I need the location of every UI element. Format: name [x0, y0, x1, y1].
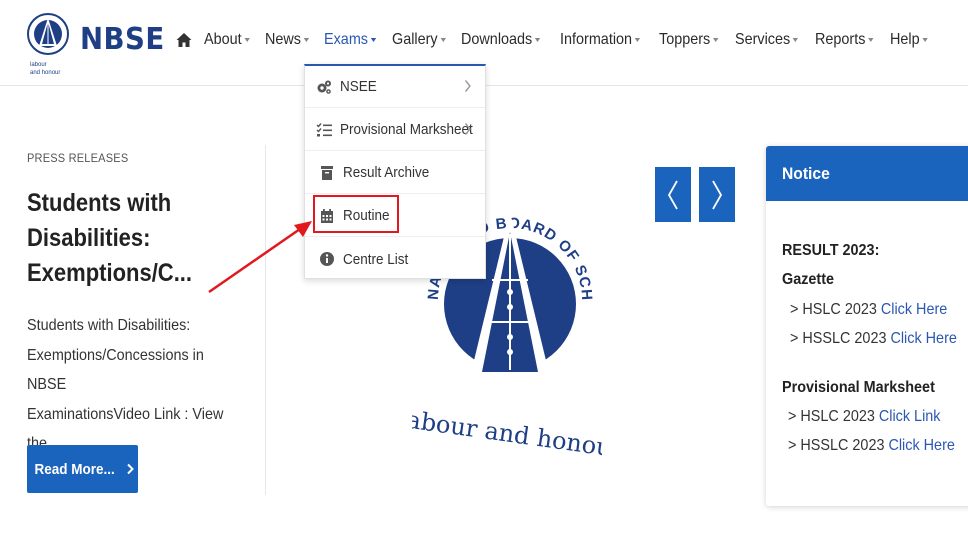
title-line: Students with	[27, 189, 172, 217]
nav-label: Information	[559, 31, 632, 48]
nav-services[interactable]: Services	[735, 31, 798, 49]
main-nav: About News Exams Gallery Downloads Infor…	[176, 28, 942, 52]
title-line: Exemptions/C...	[27, 259, 193, 287]
exams-dropdown-menu: NSEE Provisional Marksheet Result Archiv…	[304, 64, 486, 279]
chevron-right-icon	[712, 180, 723, 209]
chevron-right-icon	[464, 123, 471, 135]
emblem-motto: labour and honour	[412, 404, 602, 463]
menu-item-nsee[interactable]: NSEE	[305, 66, 485, 108]
menu-item-label: NSEE	[340, 78, 377, 95]
nav-label: News	[264, 31, 301, 48]
nav-about[interactable]: About	[204, 31, 250, 49]
nav-exams[interactable]: Exams	[324, 31, 376, 49]
result-heading: RESULT 2023:	[782, 242, 880, 259]
slider-prev-button[interactable]	[655, 167, 691, 222]
summary-line: Exemptions/Concessions in NBSE	[27, 346, 204, 394]
press-release-title[interactable]: Students with Disabilities: Exemptions/C…	[27, 186, 229, 291]
menu-item-label: Provisional Marksheet	[340, 121, 473, 138]
checklist-icon	[316, 122, 332, 136]
nav-information[interactable]: Information	[560, 31, 640, 49]
menu-item-provisional-marksheet[interactable]: Provisional Marksheet	[305, 109, 485, 151]
menu-item-label: Result Archive	[343, 164, 430, 181]
archive-icon	[321, 165, 333, 180]
nav-label: Toppers	[658, 31, 710, 48]
chevron-right-icon	[127, 463, 135, 475]
read-more-label: Read More...	[34, 460, 115, 478]
caret-down-icon	[792, 38, 798, 42]
menu-item-result-archive[interactable]: Result Archive	[305, 152, 485, 194]
caret-down-icon	[244, 38, 250, 42]
item-prefix: > HSLC 2023	[788, 408, 879, 425]
nav-label: Services	[734, 31, 790, 48]
caret-down-icon	[868, 38, 874, 42]
nav-label: Gallery	[391, 31, 438, 48]
column-divider	[265, 145, 266, 495]
notice-panel: Notice RESULT 2023: Gazette > HSLC 2023 …	[766, 146, 968, 506]
notice-title: Notice	[782, 164, 830, 183]
caret-down-icon	[535, 38, 541, 42]
nbse-logo[interactable]: labour and honour	[26, 4, 70, 78]
click-link[interactable]: Click Link	[879, 408, 941, 425]
info-icon	[320, 252, 334, 266]
marksheet-item: > HSLC 2023 Click Link	[788, 408, 940, 426]
brand-name[interactable]: NBSE	[80, 22, 165, 57]
nav-reports[interactable]: Reports	[815, 31, 874, 49]
marksheet-item: > HSSLC 2023 Click Here	[788, 437, 955, 455]
item-prefix: > HSSLC 2023	[788, 437, 889, 454]
nav-help[interactable]: Help	[890, 31, 928, 49]
nav-label: About	[204, 31, 242, 48]
caret-down-icon	[370, 38, 376, 42]
caret-down-icon	[712, 38, 718, 42]
svg-text:and honour: and honour	[30, 70, 60, 76]
routine-highlight-box	[313, 195, 399, 233]
summary-line: Students with Disabilities:	[27, 317, 191, 334]
notice-header: Notice	[766, 146, 968, 201]
nav-downloads[interactable]: Downloads	[461, 31, 541, 49]
click-here-link[interactable]: Click Here	[881, 301, 947, 318]
nav-gallery[interactable]: Gallery	[392, 31, 446, 49]
chevron-right-icon	[464, 80, 471, 92]
menu-item-centre-list[interactable]: Centre List	[305, 238, 485, 280]
home-icon[interactable]	[176, 32, 192, 48]
svg-text:labour: labour	[30, 62, 47, 68]
marksheet-heading: Provisional Marksheet	[782, 379, 935, 396]
gazette-item: > HSLC 2023 Click Here	[790, 301, 947, 319]
gears-icon	[317, 80, 331, 94]
click-here-link[interactable]: Click Here	[890, 330, 956, 347]
nav-label: Help	[889, 31, 920, 48]
nav-label: Downloads	[461, 31, 533, 48]
press-releases-kicker: PRESS RELEASES	[27, 151, 129, 165]
caret-down-icon	[634, 38, 640, 42]
nav-toppers[interactable]: Toppers	[659, 31, 718, 49]
item-prefix: > HSSLC 2023	[790, 330, 891, 347]
menu-item-label: Centre List	[343, 250, 409, 268]
title-line: Disabilities:	[27, 224, 151, 252]
click-here-link[interactable]: Click Here	[888, 437, 954, 454]
caret-down-icon	[303, 38, 309, 42]
caret-down-icon	[922, 38, 928, 42]
slider-next-button[interactable]	[699, 167, 735, 222]
item-prefix: > HSLC 2023	[790, 301, 881, 318]
chevron-left-icon	[667, 180, 678, 209]
nav-label: Reports	[814, 31, 866, 48]
nav-label: Exams	[323, 31, 368, 48]
gazette-item: > HSSLC 2023 Click Here	[790, 330, 957, 348]
gazette-heading: Gazette	[782, 271, 835, 288]
nav-news[interactable]: News	[265, 31, 309, 49]
read-more-button[interactable]: Read More...	[27, 445, 138, 493]
caret-down-icon	[440, 38, 446, 42]
